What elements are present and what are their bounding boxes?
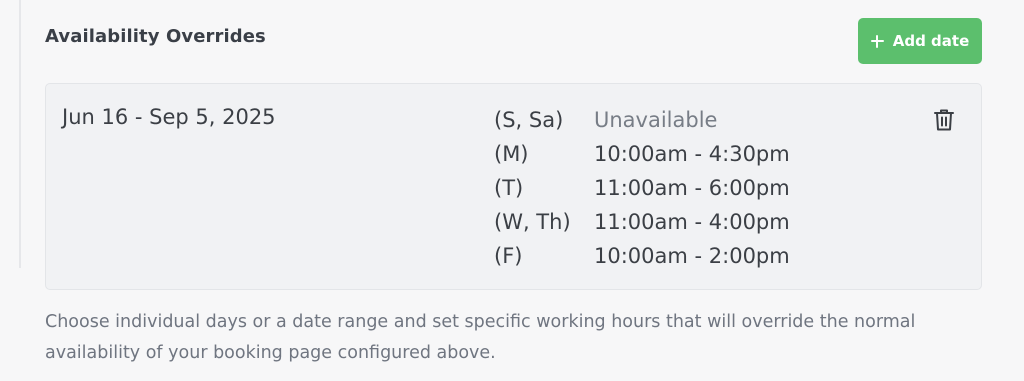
section-divider xyxy=(19,0,21,268)
override-card: Jun 16 - Sep 5, 2025 (S, Sa) Unavailable… xyxy=(45,83,982,290)
schedule-days: (S, Sa) xyxy=(494,108,564,132)
help-text: Choose individual days or a date range a… xyxy=(45,312,916,363)
add-date-button-label: Add date xyxy=(892,32,970,50)
schedule-hours: Unavailable xyxy=(594,108,718,132)
trash-icon xyxy=(934,109,954,131)
override-schedule: (S, Sa) Unavailable (M) 10:00am - 4:30pm… xyxy=(494,103,790,273)
schedule-row: (M) 10:00am - 4:30pm xyxy=(494,137,790,171)
delete-override-button[interactable] xyxy=(930,106,958,134)
schedule-days: (W, Th) xyxy=(494,210,571,234)
add-date-button[interactable]: Add date xyxy=(858,18,982,64)
schedule-row: (W, Th) 11:00am - 4:00pm xyxy=(494,205,790,239)
schedule-row: (F) 10:00am - 2:00pm xyxy=(494,239,790,273)
schedule-hours: 10:00am - 2:00pm xyxy=(594,244,790,268)
schedule-hours: 11:00am - 4:00pm xyxy=(594,210,790,234)
schedule-hours: 10:00am - 4:30pm xyxy=(594,142,790,166)
schedule-row: (T) 11:00am - 6:00pm xyxy=(494,171,790,205)
plus-icon xyxy=(870,34,884,48)
override-date-range: Jun 16 - Sep 5, 2025 xyxy=(62,105,276,129)
schedule-row: (S, Sa) Unavailable xyxy=(494,103,790,137)
schedule-hours: 11:00am - 6:00pm xyxy=(594,176,790,200)
schedule-days: (M) xyxy=(494,142,529,166)
section-title: Availability Overrides xyxy=(45,26,266,47)
schedule-days: (T) xyxy=(494,176,524,200)
schedule-days: (F) xyxy=(494,244,523,268)
